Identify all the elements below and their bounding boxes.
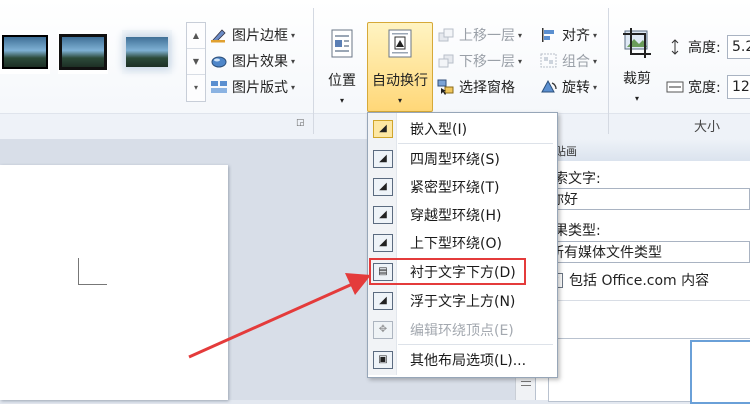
layout-options-icon: ▣ xyxy=(373,350,393,369)
bring-forward-button[interactable]: 上移一层 ▾ xyxy=(437,24,522,46)
height-icon xyxy=(666,39,684,55)
menu-item-tight[interactable]: ◢ 紧密型环绕(T) xyxy=(368,173,555,200)
height-input[interactable]: 5.2 xyxy=(727,35,750,59)
gallery-down-icon[interactable]: ▼ xyxy=(187,49,205,75)
height-control: 高度: xyxy=(666,36,721,58)
width-icon xyxy=(666,79,684,95)
menu-divider xyxy=(398,143,553,144)
top-bottom-wrap-icon: ◢ xyxy=(373,233,393,252)
align-button[interactable]: 对齐 ▾ xyxy=(540,24,597,46)
through-wrap-icon: ◢ xyxy=(373,205,393,224)
search-input[interactable]: 你好 xyxy=(535,188,750,210)
align-icon xyxy=(540,27,558,43)
picture-layout-icon xyxy=(210,79,228,95)
group-icon xyxy=(540,53,558,69)
send-backward-icon xyxy=(437,53,455,69)
menu-item-square[interactable]: ◢ 四周型环绕(S) xyxy=(368,145,555,172)
page-corner-mark xyxy=(78,258,107,285)
width-input[interactable]: 12 xyxy=(727,75,750,99)
square-wrap-icon: ◢ xyxy=(373,149,393,168)
selection-pane-button[interactable]: 选择窗格 xyxy=(437,76,515,98)
group-button[interactable]: 组合 ▾ xyxy=(540,50,597,72)
edit-points-icon: ✥ xyxy=(373,320,393,339)
dialog-launcher-icon[interactable]: ◲ xyxy=(296,118,305,128)
wrap-text-icon xyxy=(385,28,415,64)
crop-button[interactable]: 裁剪 ▾ xyxy=(615,28,659,103)
position-dropdown-icon: ▾ xyxy=(339,96,344,105)
picture-layout-button[interactable]: 图片版式 ▾ xyxy=(210,76,295,98)
picture-effects-button[interactable]: 图片效果 ▾ xyxy=(210,50,295,72)
scroll-grip-icon xyxy=(521,381,531,386)
gallery-up-icon[interactable]: ▲ xyxy=(187,23,205,49)
width-control: 宽度: xyxy=(666,76,721,98)
autowrap-button-content: 自动换行 ▾ xyxy=(367,28,433,105)
gallery-scroll[interactable]: ▲ ▼ ▾ xyxy=(186,22,206,102)
in-front-text-icon: ◢ xyxy=(373,291,393,310)
inline-wrap-icon: ◢ xyxy=(373,119,393,138)
rotate-icon xyxy=(540,79,558,95)
annotation-highlight-box xyxy=(369,258,526,285)
autowrap-dropdown-icon: ▾ xyxy=(397,96,402,105)
picture-border-icon xyxy=(210,27,228,43)
vertical-scrollbar[interactable] xyxy=(515,375,536,400)
size-group-label: 大小 xyxy=(694,120,721,135)
result-type-value: 所有媒体文件类型 xyxy=(550,245,662,261)
crop-icon xyxy=(621,28,653,62)
menu-item-more-layout[interactable]: ▣ 其他布局选项(L)... xyxy=(368,346,555,373)
bring-forward-icon xyxy=(437,27,455,43)
tight-wrap-icon: ◢ xyxy=(373,177,393,196)
menu-item-in-front-of-text[interactable]: ◢ 浮于文字上方(N) xyxy=(368,287,555,314)
rotate-button[interactable]: 旋转 ▾ xyxy=(540,76,597,98)
crop-dropdown-icon: ▾ xyxy=(634,94,639,103)
position-button[interactable]: 位置 ▾ xyxy=(322,28,362,105)
clipart-pane-header: 贴画 xyxy=(535,139,750,161)
group-separator-2 xyxy=(608,8,609,134)
clipart-pane-title: 贴画 xyxy=(555,145,577,158)
clipart-result-thumb[interactable] xyxy=(690,340,750,404)
picture-border-button[interactable]: 图片边框 ▾ xyxy=(210,24,295,46)
selection-pane-icon xyxy=(437,79,455,95)
menu-item-edit-wrap-points[interactable]: ✥ 编辑环绕顶点(E) xyxy=(368,316,555,343)
annotation-arrow-icon xyxy=(188,273,371,359)
picture-style-thumb-1[interactable] xyxy=(0,30,50,74)
picture-effects-icon xyxy=(210,53,228,69)
menu-item-top-bottom[interactable]: ◢ 上下型环绕(O) xyxy=(368,229,555,256)
menu-divider-2 xyxy=(398,344,553,345)
menu-item-through[interactable]: ◢ 穿越型环绕(H) xyxy=(368,201,555,228)
send-backward-button[interactable]: 下移一层 ▾ xyxy=(437,50,522,72)
gallery-more-icon[interactable]: ▾ xyxy=(187,75,205,100)
include-office-label: 包括 Office.com 内容 xyxy=(569,273,710,289)
pane-divider xyxy=(548,300,750,301)
group-separator xyxy=(313,8,314,134)
position-icon xyxy=(327,28,357,64)
result-type-select[interactable]: 所有媒体文件类型 xyxy=(535,241,750,263)
picture-style-thumb-2[interactable] xyxy=(58,30,108,74)
picture-style-thumb-3[interactable] xyxy=(122,30,172,74)
include-office-row[interactable]: ✓ 包括 Office.com 内容 xyxy=(548,270,709,290)
menu-item-inline[interactable]: ◢ 嵌入型(I) xyxy=(368,115,555,142)
